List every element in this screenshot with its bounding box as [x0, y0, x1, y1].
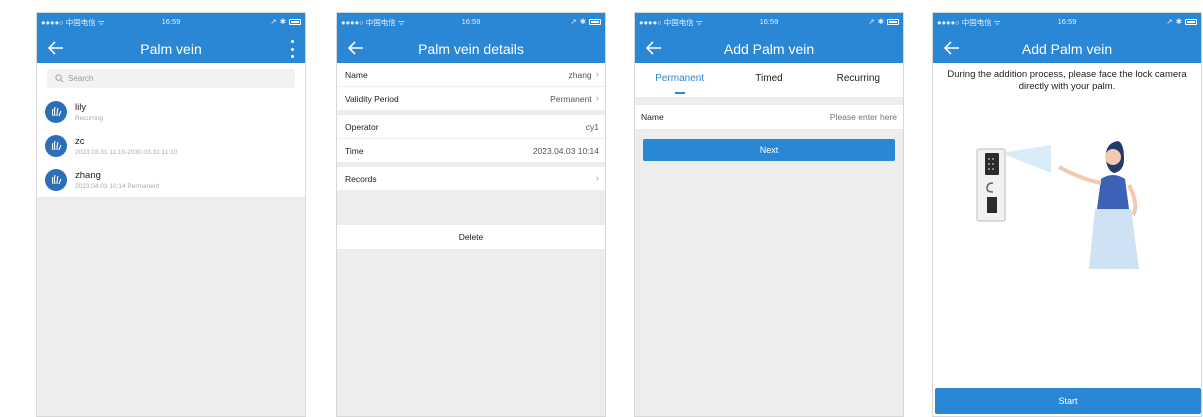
battery-icon	[887, 18, 899, 25]
app-header: ●●●●○ 中国电信 ᯤ 16:59 ↗ ✱ Add Palm vein	[635, 13, 903, 63]
row-label: Operator	[345, 121, 379, 132]
user-detail: 2023.03.31 11:10-2030.03.31 11:10	[75, 149, 178, 156]
detail-row-records[interactable]: Records ›	[337, 167, 605, 191]
battery-icon	[289, 18, 301, 25]
search-placeholder: Search	[68, 74, 94, 83]
app-header: ●●●●○ 中国电信 ᯤ 16:59 ↗ ✱ Palm vein	[37, 13, 305, 63]
list-item[interactable]: zhang 2023.04.03 10:14 Permanent	[37, 163, 305, 197]
row-label: Time	[345, 145, 364, 156]
row-value: zhang	[568, 69, 592, 80]
delete-button[interactable]: Delete	[337, 225, 605, 249]
status-icons: ↗ ✱	[1166, 17, 1197, 26]
next-button[interactable]: Next	[643, 139, 895, 161]
user-detail: 2023.04.03 10:14 Permanent	[75, 183, 160, 190]
name-field-row: Name	[635, 105, 903, 129]
list-item[interactable]: lily Recurring	[37, 95, 305, 129]
battery-icon	[589, 18, 601, 25]
status-icons: ↗ ✱	[570, 17, 601, 26]
app-header: ●●●●○ 中国电信 ᯤ 16:59 ↗ ✱ Palm vein details	[337, 13, 605, 63]
chevron-right-icon: ›	[595, 69, 599, 80]
add-palm-vein-instruction-screen: ●●●●○ 中国电信 ᯤ 16:59 ↗ ✱ Add Palm vein Duri…	[932, 12, 1202, 417]
row-label: Name	[345, 69, 368, 80]
status-icons: ↗ ✱	[868, 17, 899, 26]
chevron-right-icon: ›	[595, 93, 599, 104]
palm-avatar-icon	[45, 135, 67, 157]
status-bar: ●●●●○ 中国电信 ᯤ 16:59 ↗ ✱	[337, 17, 605, 29]
palm-vein-details-screen: ●●●●○ 中国电信 ᯤ 16:59 ↗ ✱ Palm vein details …	[336, 12, 606, 417]
search-bar: Search	[37, 63, 305, 95]
tab-timed[interactable]: Timed	[724, 63, 813, 97]
palm-scan-illustration	[976, 141, 1139, 269]
name-label: Name	[641, 112, 664, 122]
row-value: 2023.04.03 10:14	[532, 145, 599, 156]
page-title: Palm vein	[140, 41, 202, 57]
status-bar: ●●●●○ 中国电信 ᯤ 16:59 ↗ ✱	[37, 17, 305, 29]
search-input[interactable]: Search	[47, 69, 295, 88]
more-vertical-icon[interactable]	[289, 40, 295, 58]
row-label: Records	[345, 173, 377, 184]
user-name: lily	[75, 102, 87, 113]
detail-row-validity[interactable]: Validity Period Permanent ›	[337, 87, 605, 111]
status-time: 16:59	[461, 17, 481, 26]
add-palm-vein-form-screen: ●●●●○ 中国电信 ᯤ 16:59 ↗ ✱ Add Palm vein Perm…	[634, 12, 904, 417]
chevron-right-icon: ›	[595, 173, 599, 184]
app-header: ●●●●○ 中国电信 ᯤ 16:59 ↗ ✱ Add Palm vein	[933, 13, 1201, 63]
page-title: Add Palm vein	[1021, 41, 1113, 57]
instruction-text: During the addition process, please face…	[947, 69, 1187, 92]
status-bar: ●●●●○ 中国电信 ᯤ 16:59 ↗ ✱	[933, 17, 1201, 29]
status-time: 16:59	[161, 17, 181, 26]
start-button[interactable]: Start	[935, 388, 1201, 414]
row-value: Permanent	[550, 93, 592, 104]
detail-row-time: Time 2023.04.03 10:14	[337, 139, 605, 163]
palm-avatar-icon	[45, 169, 67, 191]
row-label: Validity Period	[345, 93, 399, 104]
name-input[interactable]	[767, 112, 897, 122]
palm-avatar-icon	[45, 101, 67, 123]
battery-icon	[1185, 18, 1197, 25]
user-name: zc	[75, 136, 85, 147]
user-name: zhang	[75, 170, 101, 181]
user-detail: Recurring	[75, 115, 104, 122]
validity-tabs: Permanent Timed Recurring	[635, 63, 903, 97]
status-time: 16:59	[759, 17, 779, 26]
detail-row-operator: Operator cy1	[337, 115, 605, 139]
page-title: Palm vein details	[418, 41, 524, 57]
status-time: 16:59	[1057, 17, 1077, 26]
detail-row-name[interactable]: Name zhang ›	[337, 63, 605, 87]
screenshot-canvas: ●●●●○ 中国电信 ᯤ 16:59 ↗ ✱ Palm vein Search l…	[0, 0, 1203, 417]
tab-recurring[interactable]: Recurring	[814, 63, 903, 97]
page-title: Add Palm vein	[723, 41, 815, 57]
status-bar: ●●●●○ 中国电信 ᯤ 16:59 ↗ ✱	[635, 17, 903, 29]
search-icon	[55, 74, 64, 83]
list-item[interactable]: zc 2023.03.31 11:10-2030.03.31 11:10	[37, 129, 305, 163]
tab-permanent[interactable]: Permanent	[635, 63, 724, 97]
palm-vein-list-screen: ●●●●○ 中国电信 ᯤ 16:59 ↗ ✱ Palm vein Search l…	[36, 12, 306, 417]
row-value: cy1	[585, 121, 599, 132]
status-icons: ↗ ✱	[270, 17, 301, 26]
